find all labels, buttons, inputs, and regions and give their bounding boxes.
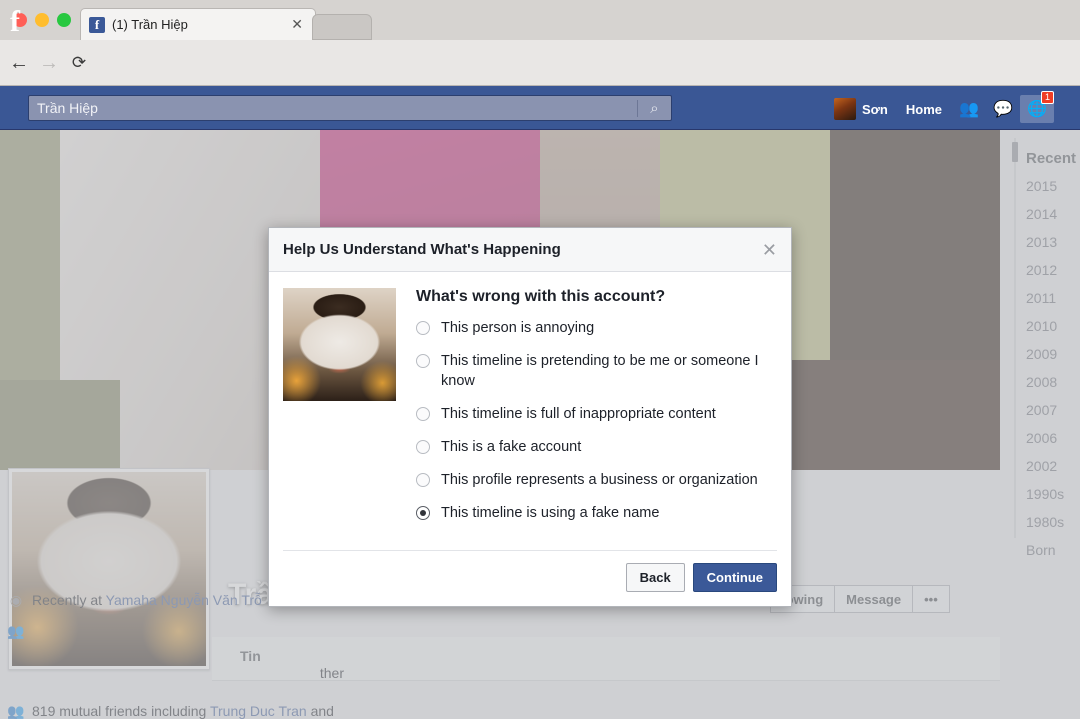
reload-icon[interactable]: ⟳ [66,50,92,76]
reported-account-thumbnail [283,288,396,401]
radio-button-selected[interactable] [416,506,430,520]
home-link[interactable]: Home [896,102,952,117]
profile-name-label: Sơn [862,101,888,117]
minimize-window-button[interactable] [35,13,49,27]
forward-icon[interactable]: → [36,50,62,76]
radio-button[interactable] [416,354,430,368]
dialog-footer: Back Continue [269,551,791,606]
search-input[interactable] [29,100,637,116]
report-option-fake-name[interactable]: This timeline is using a fake name [416,503,777,523]
radio-button[interactable] [416,473,430,487]
messages-icon[interactable]: 💬 [986,95,1020,123]
report-account-dialog: Help Us Understand What's Happening ✕ Wh… [268,227,792,607]
form-question: What's wrong with this account? [416,288,666,305]
notifications-count-badge: 1 [1040,91,1054,104]
search-icon[interactable]: ⌕ [637,99,671,117]
facebook-favicon-icon: f [89,16,105,33]
report-option-business[interactable]: This profile represents a business or or… [416,470,777,490]
facebook-search-box[interactable]: ⌕ [28,95,672,121]
radio-button[interactable] [416,440,430,454]
facebook-logo-icon[interactable]: f [2,7,28,37]
profile-link[interactable]: Sơn [826,98,896,120]
continue-button[interactable]: Continue [692,563,777,592]
new-tab-button[interactable] [312,14,372,40]
report-option-label: This timeline is pretending to be me or … [441,353,759,389]
report-option-label: This profile represents a business or or… [441,472,758,488]
avatar [834,98,857,120]
facebook-header-right: Sơn Home 👥 💬 🌐 1 [826,91,1054,123]
friend-requests-icon[interactable]: 👥 [952,95,986,123]
browser-tab-title: (1) Trần Hiệp [112,17,188,32]
report-option-label: This is a fake account [441,439,582,455]
notifications-icon[interactable]: 🌐 1 [1020,91,1054,123]
radio-button[interactable] [416,321,430,335]
dialog-body: What's wrong with this account? This per… [269,272,791,540]
dialog-title: Help Us Understand What's Happening [283,241,561,258]
report-option-label: This timeline is using a fake name [441,505,660,521]
close-tab-icon[interactable]: ✕ [287,16,307,33]
report-option-fake-account[interactable]: This is a fake account [416,437,777,457]
browser-tab-strip: f (1) Trần Hiệp ✕ [0,0,1080,40]
browser-toolbar: ← → ⟳ https://www.facebook.com/cuhiep?fr… [0,40,1080,118]
report-option-label: This timeline is full of inappropriate c… [441,406,716,422]
report-option-annoying[interactable]: This person is annoying [416,318,777,338]
report-options-form: What's wrong with this account? This per… [416,288,777,536]
back-icon[interactable]: ← [6,50,32,76]
report-option-label: This person is annoying [441,320,595,336]
report-option-impersonation[interactable]: This timeline is pretending to be me or … [416,351,777,391]
radio-button[interactable] [416,407,430,421]
browser-tab[interactable]: f (1) Trần Hiệp ✕ [80,8,316,40]
maximize-window-button[interactable] [57,13,71,27]
back-button[interactable]: Back [625,563,685,592]
report-option-inappropriate[interactable]: This timeline is full of inappropriate c… [416,404,777,424]
dialog-header: Help Us Understand What's Happening ✕ [269,228,791,272]
close-icon[interactable]: ✕ [762,241,777,259]
